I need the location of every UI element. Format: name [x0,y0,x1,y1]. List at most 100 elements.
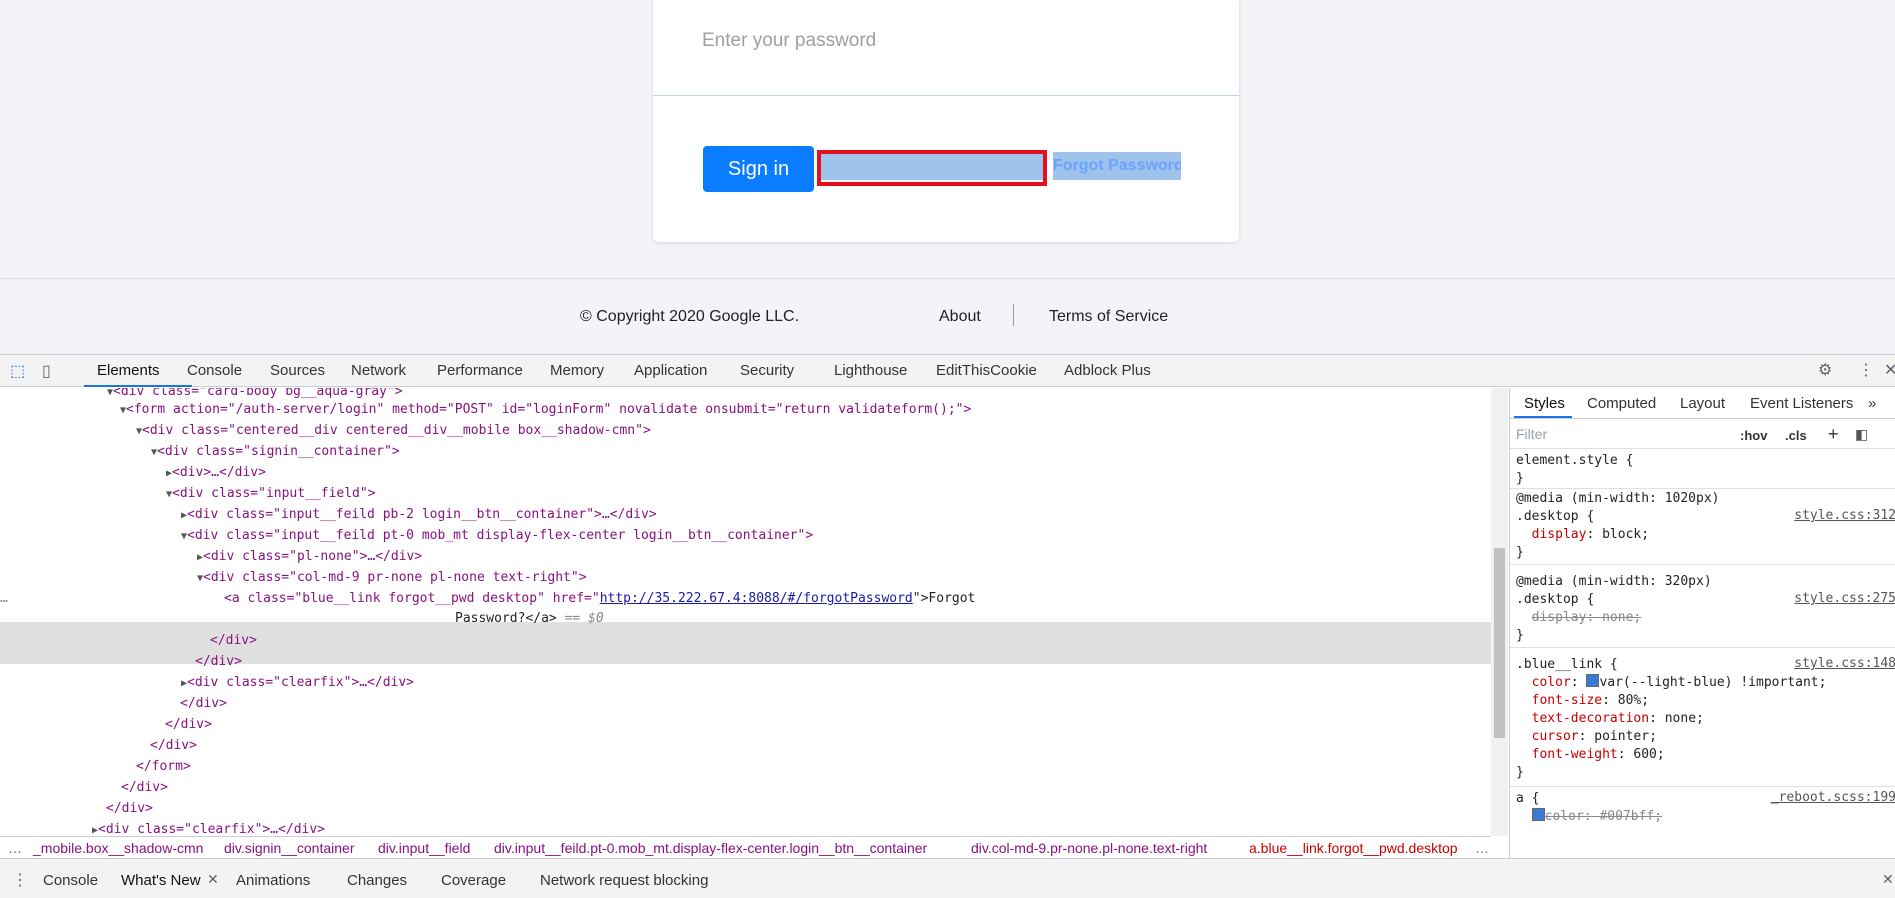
dom-line[interactable]: </div> [106,798,153,819]
password-input[interactable]: Enter your password [702,30,876,52]
dom-line[interactable]: ▼<div class="col-md-9 pr-none pl-none te… [197,567,587,588]
drawer-menu-icon[interactable]: ⋮ [12,870,28,890]
breadcrumb-item[interactable]: div.col-md-9.pr-none.pl-none.text-right [971,840,1207,856]
footer: © Copyright 2020 Google LLC. About Terms… [0,302,1895,332]
tab-sources[interactable]: Sources [270,362,325,379]
more-tabs-icon[interactable]: » [1868,395,1876,412]
card-divider [653,95,1239,96]
dom-line[interactable]: ▼<div class="input__feild pt-0 mob_mt di… [181,525,813,546]
dom-line-selected-cont[interactable]: Password?</a> == $0 [455,608,604,629]
toggle-sidebar-icon[interactable]: ◧ [1855,426,1868,443]
breadcrumb-item[interactable]: div.input__feild.pt-0.mob_mt.display-fle… [494,840,927,856]
dom-line[interactable]: ▶<div>…</div> [166,462,266,483]
tab-elements[interactable]: Elements [97,362,160,379]
drawer-tab-network-request-blocking[interactable]: Network request blocking [540,872,708,889]
dom-line[interactable]: </div> [165,714,212,735]
drawer-tab-animations[interactable]: Animations [236,872,310,889]
styles-filter-input[interactable]: Filter [1516,426,1716,446]
add-rule-icon[interactable]: + [1828,424,1839,445]
drawer-tab-console[interactable]: Console [43,872,98,889]
drawer-tab-coverage[interactable]: Coverage [441,872,506,889]
dom-tree[interactable]: ▼<div class="card-body bg__aqua-gray"> ▼… [0,388,1491,836]
footer-separator [1013,304,1014,326]
dom-line-ellipsis-icon[interactable]: … [0,588,8,609]
dom-line[interactable]: ▼<div class="input__field"> [166,483,376,504]
hov-button[interactable]: :hov [1740,428,1767,443]
breadcrumb-item[interactable]: div.signin__container [224,840,355,856]
styles-tab-indicator [1514,416,1572,418]
tab-performance[interactable]: Performance [437,362,523,379]
source-link[interactable]: style.css:275 [1794,591,1895,606]
styles-pane: Styles Computed Layout Event Listeners »… [1509,388,1895,858]
breadcrumb-scroll-left-icon[interactable]: … [8,840,22,856]
styles-tabbar: Styles Computed Layout Event Listeners » [1510,388,1895,419]
tab-application[interactable]: Application [634,362,707,379]
source-link[interactable]: _reboot.scss:199 [1771,790,1895,805]
close-icon[interactable]: ✕ [1884,360,1895,380]
dom-line[interactable]: ▶<div class="input__feild pb-2 login__bt… [181,504,657,525]
dom-line-selected[interactable]: <a class="blue__link forgot__pwd desktop… [224,588,975,609]
source-link[interactable]: style.css:148 [1794,656,1895,671]
breadcrumb-item-current[interactable]: a.blue__link.forgot__pwd.desktop [1249,840,1458,856]
breadcrumb: … _mobile.box__shadow-cmn div.signin__co… [0,836,1491,859]
cls-button[interactable]: .cls [1785,428,1807,443]
footer-divider [0,278,1895,279]
tab-editthiscookie[interactable]: EditThisCookie [936,362,1037,379]
color-swatch[interactable] [1531,808,1545,821]
breadcrumb-item[interactable]: div.input__field [378,840,470,856]
tab-security[interactable]: Security [740,362,794,379]
tab-computed[interactable]: Computed [1587,395,1656,412]
source-link[interactable]: style.css:312 [1794,508,1895,523]
dom-line[interactable]: ▼<div class="signin__container"> [151,441,400,462]
close-icon[interactable]: ✕ [1882,871,1894,888]
forgot-password-link[interactable]: Forgot Password? [1053,152,1181,180]
sign-in-button[interactable]: Sign in [703,146,814,192]
rule-divider [1510,647,1895,648]
inspect-element-icon[interactable]: ⬚ [10,361,25,381]
dom-scrollbar[interactable] [1491,388,1508,836]
dom-line[interactable]: </div> [195,651,242,672]
filter-divider [1510,448,1895,449]
dom-line[interactable]: </form> [136,756,191,777]
dom-line[interactable]: ▶<div class="clearfix">…</div> [92,819,325,836]
dom-line[interactable]: ▼<div class="centered__div centered__div… [136,420,651,441]
tab-memory[interactable]: Memory [550,362,604,379]
drawer-tab-whats-new[interactable]: What's New [121,872,201,889]
dom-line[interactable]: ▶<div class="pl-none">…</div> [197,546,422,567]
terms-link[interactable]: Terms of Service [1049,308,1168,326]
dom-line[interactable]: </div> [210,630,257,651]
tab-layout[interactable]: Layout [1680,395,1725,412]
dom-line[interactable]: ▶<div class="clearfix">…</div> [181,672,414,693]
more-options-icon[interactable]: ⋮ [1858,360,1874,380]
annotation-red-box [817,150,1047,186]
drawer-tab-changes[interactable]: Changes [347,872,407,889]
dom-line[interactable]: ▼<form action="/auth-server/login" metho… [120,399,971,420]
breadcrumb-scroll-right-icon[interactable]: … [1475,840,1489,856]
about-link[interactable]: About [939,308,981,326]
dom-line[interactable]: </div> [150,735,197,756]
devtools-tabbar: ⬚ ▯ Elements Console Sources Network Per… [0,354,1895,387]
dom-line[interactable]: </div> [180,693,227,714]
tab-lighthouse[interactable]: Lighthouse [834,362,907,379]
device-toolbar-icon[interactable]: ▯ [42,361,51,381]
breadcrumb-item[interactable]: _mobile.box__shadow-cmn [33,840,203,856]
rule-divider [1510,564,1895,565]
close-icon[interactable]: ✕ [207,871,219,888]
blue-link-rule: .blue__link { color: var(--light-blue) !… [1516,657,1827,780]
tab-console[interactable]: Console [187,362,242,379]
gear-icon[interactable]: ⚙ [1818,360,1832,380]
forgot-password-href-link[interactable]: http://35.222.67.4:8088/#/forgotPassword [600,591,913,606]
rule-divider [1510,488,1895,489]
scrollbar-thumb[interactable] [1494,548,1505,738]
dom-line[interactable]: </div> [121,777,168,798]
rule-divider [1510,786,1895,787]
tab-event-listeners[interactable]: Event Listeners [1750,395,1853,412]
tab-network[interactable]: Network [351,362,406,379]
color-swatch[interactable] [1586,674,1600,687]
drawer-tabbar: ⋮ Console What's New ✕ Animations Change… [0,858,1895,898]
login-card: Enter your password Sign in Forgot Passw… [653,0,1239,242]
a-rule: a { color: #007bff; [1516,791,1663,824]
active-tab-indicator [84,385,192,387]
tab-styles[interactable]: Styles [1524,395,1565,412]
tab-adblock-plus[interactable]: Adblock Plus [1064,362,1151,379]
